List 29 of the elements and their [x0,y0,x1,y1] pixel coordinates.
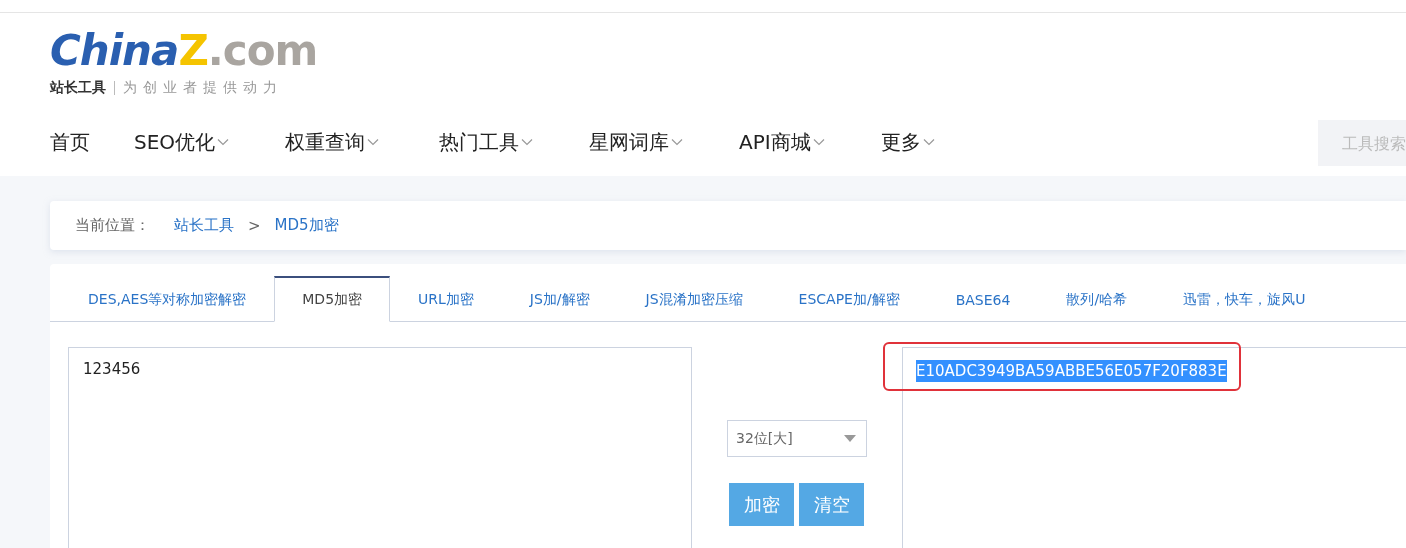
nav-item[interactable]: 首页 [50,128,90,156]
tab[interactable]: ESCAPE加/解密 [770,276,928,322]
breadcrumb-separator: > [248,216,261,235]
logo-subtitle: 站长工具 [50,79,106,97]
slogan: 为创业者提供动力 [123,79,283,97]
input-field[interactable]: 123456 [68,347,692,548]
nav-item[interactable]: 权重查询 [285,128,380,156]
tab[interactable]: MD5加密 [274,276,391,322]
breadcrumb-link[interactable]: MD5加密 [274,216,339,235]
tab[interactable]: 散列/哈希 [1038,276,1156,322]
tab[interactable]: BASE64 [927,276,1039,322]
tab[interactable]: 迅雷，快车，旋风U [1155,276,1334,322]
breadcrumb-label: 当前位置： [75,216,150,235]
dropdown-arrow-icon [844,435,856,442]
tab[interactable]: URL加密 [390,276,502,322]
nav-item[interactable]: SEO优化 [134,128,230,156]
tab[interactable]: DES,AES等对称加密解密 [60,276,275,322]
mode-dropdown[interactable]: 32位[大] [727,420,867,457]
output-field[interactable]: E10ADC3949BA59ABBE56E057F20F883E [902,347,1406,548]
nav-item[interactable]: 热门工具 [439,128,534,156]
nav-item[interactable]: 更多 [880,128,935,156]
logo[interactable]: ChinaZ.com [50,29,318,73]
breadcrumb-link[interactable]: 站长工具 [174,216,234,235]
nav-item[interactable]: API商城 [739,128,825,156]
tab[interactable]: JS混淆加密压缩 [617,276,771,322]
tab[interactable]: JS加/解密 [501,276,618,322]
selection-highlight: E10ADC3949BA59ABBE56E057F20F883E [916,360,1227,382]
search-field[interactable]: 工具搜索 [1318,120,1406,166]
nav-item[interactable]: 星网词库 [589,128,684,156]
